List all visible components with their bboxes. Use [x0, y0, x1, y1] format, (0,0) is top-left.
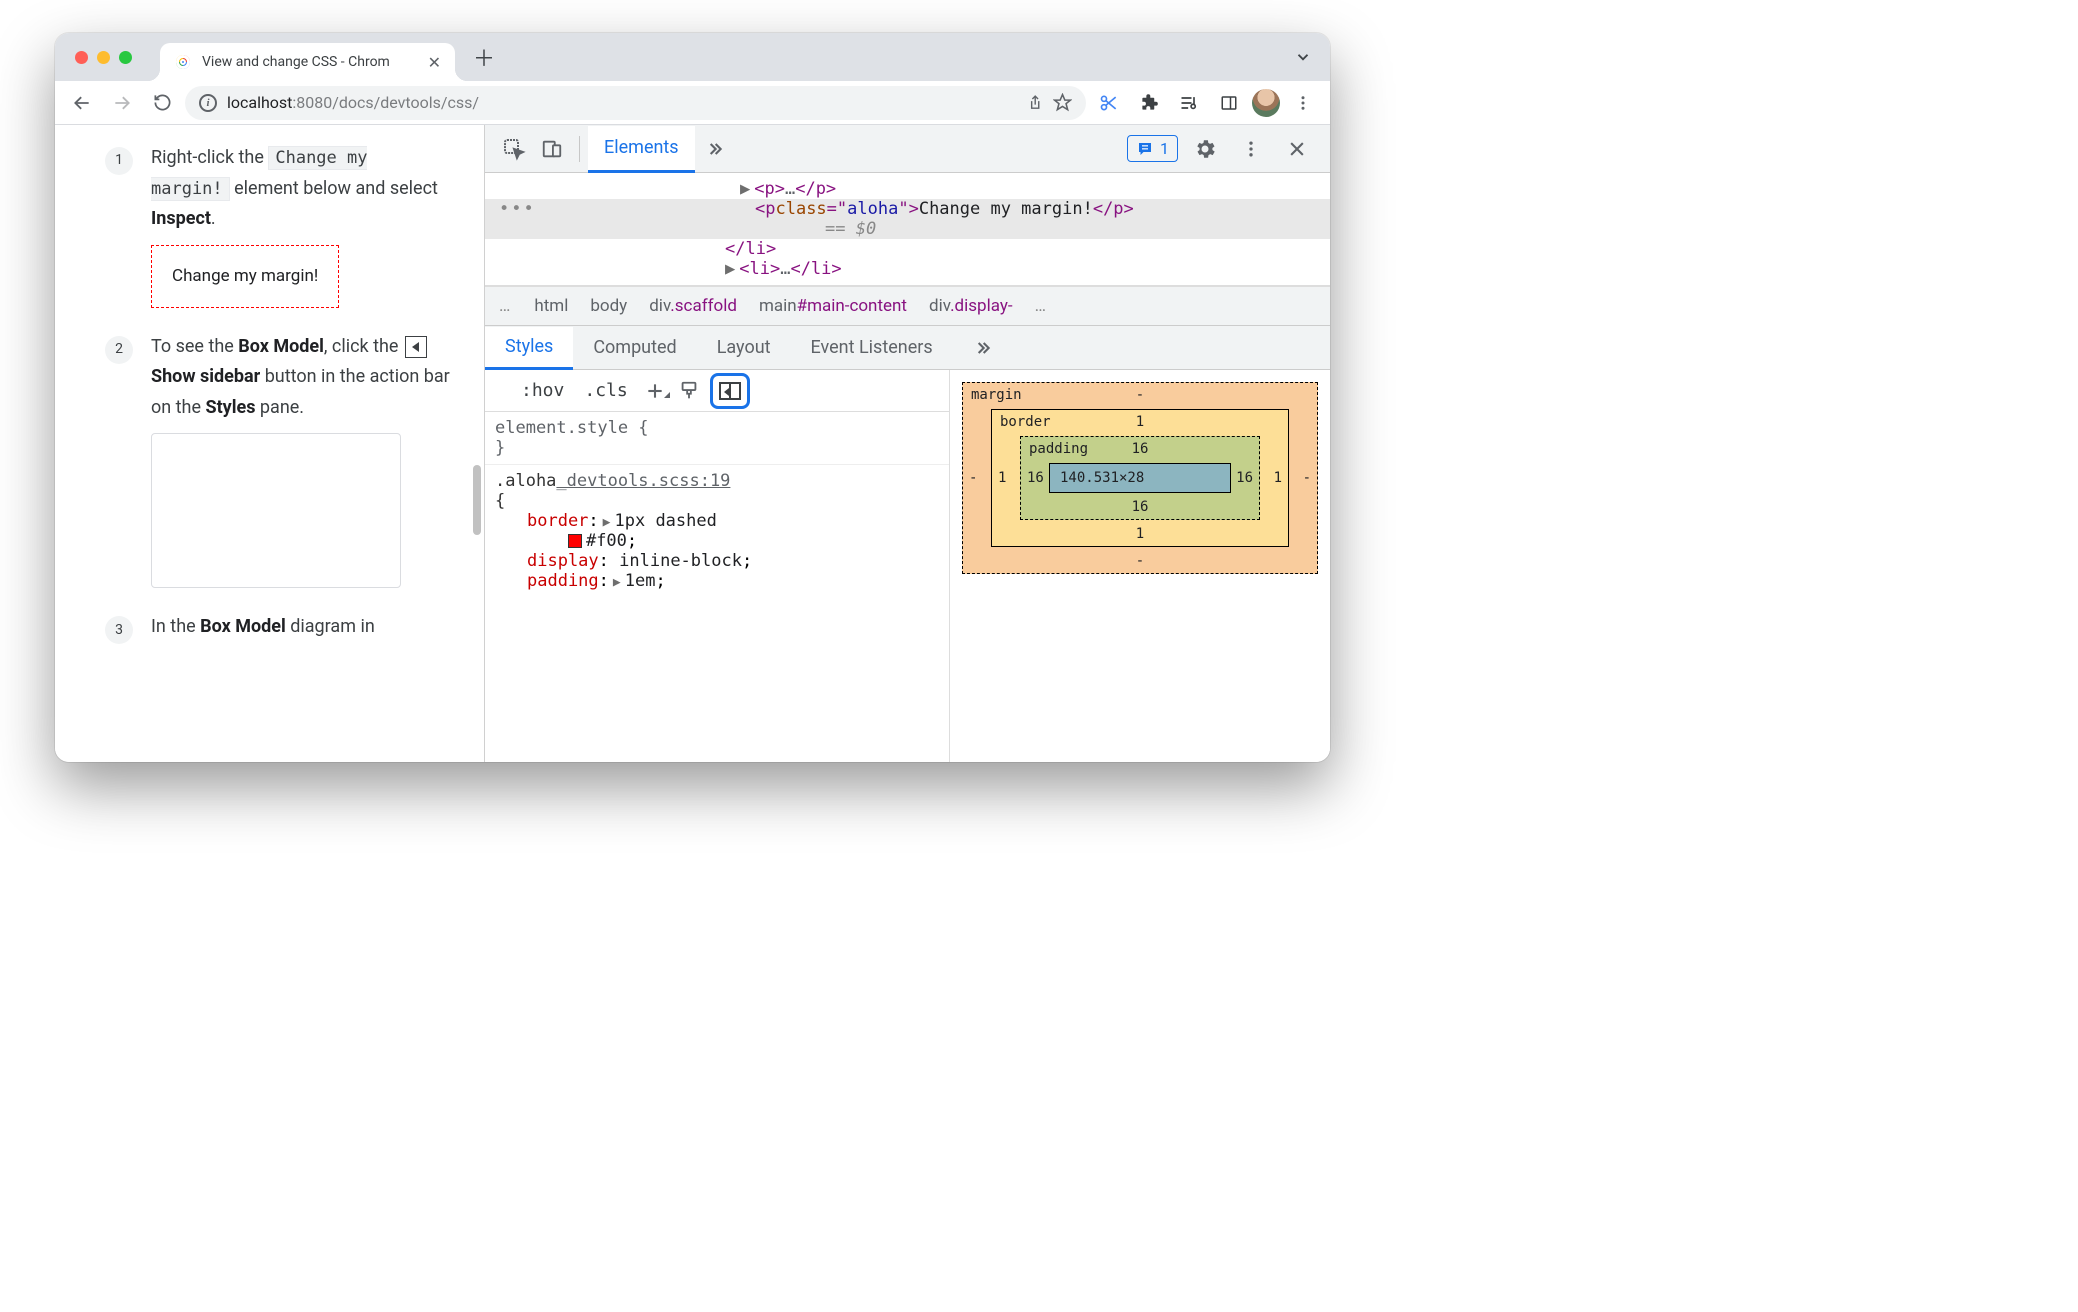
more-panes-chevron-icon[interactable]	[963, 329, 1001, 367]
show-sidebar-button[interactable]	[710, 373, 750, 409]
bm-content[interactable]: 140.531×28	[1049, 463, 1231, 493]
chrome-favicon-icon	[174, 53, 192, 71]
side-panel-icon[interactable]	[1212, 86, 1246, 120]
crumb-div-scaffold[interactable]: div.scaffold	[649, 296, 737, 316]
step-badge: 1	[105, 147, 133, 175]
prop-display[interactable]: display: inline-block;	[495, 551, 939, 571]
devtools-panel: Elements 1 ▶<p>…</p> ••• <p class="aloha…	[485, 125, 1330, 762]
close-tab-icon[interactable]: ✕	[428, 53, 441, 72]
bookmark-star-icon[interactable]	[1053, 93, 1072, 112]
reload-button[interactable]	[145, 86, 179, 120]
pane-computed[interactable]: Computed	[573, 326, 696, 369]
styles-pane-tabs: Styles Computed Layout Event Listeners	[485, 326, 1330, 370]
new-style-rule-button[interactable]	[638, 381, 672, 401]
tab-strip: View and change CSS - Chrom ✕ ＋	[55, 33, 1330, 81]
filter-input[interactable]	[485, 375, 511, 407]
dom-line[interactable]: ▶<li>…</li>	[485, 259, 1330, 279]
forward-button[interactable]	[105, 86, 139, 120]
paint-brush-icon[interactable]	[672, 380, 706, 402]
crumb-main[interactable]: main#main-content	[759, 296, 907, 316]
crumb-more-left[interactable]: …	[499, 296, 512, 316]
site-info-icon[interactable]: i	[199, 94, 217, 112]
cls-toggle[interactable]: .cls	[574, 380, 637, 401]
styles-lower: :hov .cls element.style { } .aloha_devto…	[485, 370, 1330, 762]
bm-margin[interactable]: margin - - - - border 1 1 1 1 padding	[962, 382, 1318, 574]
bm-border[interactable]: border 1 1 1 1 padding 16 16 16 16	[991, 409, 1289, 547]
profile-avatar[interactable]	[1252, 89, 1280, 117]
line-actions-icon[interactable]: •••	[499, 199, 536, 219]
demo-change-my-margin[interactable]: Change my margin!	[151, 245, 339, 308]
show-sidebar-icon	[719, 382, 741, 400]
screenshot-thumbnail	[151, 433, 401, 588]
rule-aloha[interactable]: .aloha_devtools.scss:19 { border:▶1px da…	[485, 465, 949, 597]
issues-button[interactable]: 1	[1127, 135, 1178, 162]
tab-list-chevron-icon[interactable]	[1294, 48, 1312, 66]
step-body: To see the Box Model, click the Show sid…	[151, 332, 456, 589]
step-body: Right-click the Change my margin! elemen…	[151, 143, 456, 308]
playlist-extension-icon[interactable]	[1172, 86, 1206, 120]
hov-toggle[interactable]: :hov	[511, 380, 574, 401]
dom-line[interactable]: ▶<p>…</p>	[485, 179, 1330, 199]
scissors-extension-icon[interactable]	[1092, 86, 1126, 120]
settings-gear-icon[interactable]	[1186, 130, 1224, 168]
kebab-menu-icon[interactable]	[1286, 86, 1320, 120]
share-icon[interactable]	[1026, 94, 1043, 111]
back-button[interactable]	[65, 86, 99, 120]
styles-toolbar: :hov .cls	[485, 370, 949, 412]
crumb-html[interactable]: html	[534, 296, 568, 316]
color-swatch-icon[interactable]	[568, 534, 582, 548]
maximize-window-button[interactable]	[119, 51, 132, 64]
extensions-icon[interactable]	[1132, 86, 1166, 120]
pane-layout[interactable]: Layout	[697, 326, 791, 369]
browser-tab[interactable]: View and change CSS - Chrom ✕	[160, 43, 455, 81]
close-window-button[interactable]	[75, 51, 88, 64]
browser-window: View and change CSS - Chrom ✕ ＋ i localh…	[55, 33, 1330, 762]
devtools-tabbar: Elements 1	[485, 125, 1330, 173]
prop-padding[interactable]: padding:▶1em;	[495, 571, 939, 591]
more-tabs-chevron-icon[interactable]	[695, 130, 733, 168]
dom-line[interactable]: </li>	[485, 239, 1330, 259]
window-controls	[55, 51, 160, 64]
minimize-window-button[interactable]	[97, 51, 110, 64]
devtools-close-icon[interactable]	[1278, 130, 1316, 168]
issues-icon	[1136, 140, 1154, 158]
devtools-kebab-icon[interactable]	[1232, 130, 1270, 168]
nav-toolbar: i localhost:8080/docs/devtools/css/	[55, 81, 1330, 125]
step-1: 1 Right-click the Change my margin! elem…	[105, 143, 456, 308]
tab-elements[interactable]: Elements	[588, 126, 695, 173]
docs-page: 1 Right-click the Change my margin! elem…	[55, 125, 485, 762]
styles-panel: :hov .cls element.style { } .aloha_devto…	[485, 370, 950, 762]
issues-count: 1	[1160, 139, 1169, 158]
bm-padding[interactable]: padding 16 16 16 16 140.531×28	[1020, 436, 1260, 520]
rule-source-link[interactable]: _devtools.scss:19	[556, 471, 730, 491]
crumb-more-right[interactable]: …	[1035, 296, 1048, 316]
step-body: In the Box Model diagram in	[151, 612, 456, 644]
crumb-div-display[interactable]: div.display-	[929, 296, 1013, 316]
prop-border[interactable]: border:▶1px dashed #f00;	[495, 511, 939, 551]
rule-element-style[interactable]: element.style { }	[485, 412, 949, 465]
content-area: 1 Right-click the Change my margin! elem…	[55, 125, 1330, 762]
separator	[579, 136, 580, 162]
address-bar[interactable]: i localhost:8080/docs/devtools/css/	[185, 86, 1086, 120]
dom-line-eq0: == $0	[485, 219, 1330, 239]
new-tab-button[interactable]: ＋	[473, 41, 495, 73]
breadcrumb[interactable]: … html body div.scaffold main#main-conte…	[485, 286, 1330, 326]
dom-line-selected[interactable]: ••• <p class="aloha">Change my margin!</…	[485, 199, 1330, 219]
inspect-element-icon[interactable]	[495, 130, 533, 168]
tab-title: View and change CSS - Chrom	[202, 54, 418, 70]
device-toggle-icon[interactable]	[533, 130, 571, 168]
step-badge: 2	[105, 336, 133, 364]
box-model-diagram[interactable]: margin - - - - border 1 1 1 1 padding	[950, 370, 1330, 762]
step-2: 2 To see the Box Model, click the Show s…	[105, 332, 456, 589]
step-3: 3 In the Box Model diagram in	[105, 612, 456, 644]
step-badge: 3	[105, 616, 133, 644]
pane-event-listeners[interactable]: Event Listeners	[791, 326, 953, 369]
url-text: localhost:8080/docs/devtools/css/	[227, 93, 479, 112]
crumb-body[interactable]: body	[590, 296, 627, 316]
dom-tree[interactable]: ▶<p>…</p> ••• <p class="aloha">Change my…	[485, 173, 1330, 286]
show-sidebar-glyph-icon	[405, 336, 427, 358]
scrollbar-thumb[interactable]	[473, 465, 481, 535]
pane-styles[interactable]: Styles	[485, 327, 573, 370]
devtools-right-controls: 1	[1127, 130, 1330, 168]
